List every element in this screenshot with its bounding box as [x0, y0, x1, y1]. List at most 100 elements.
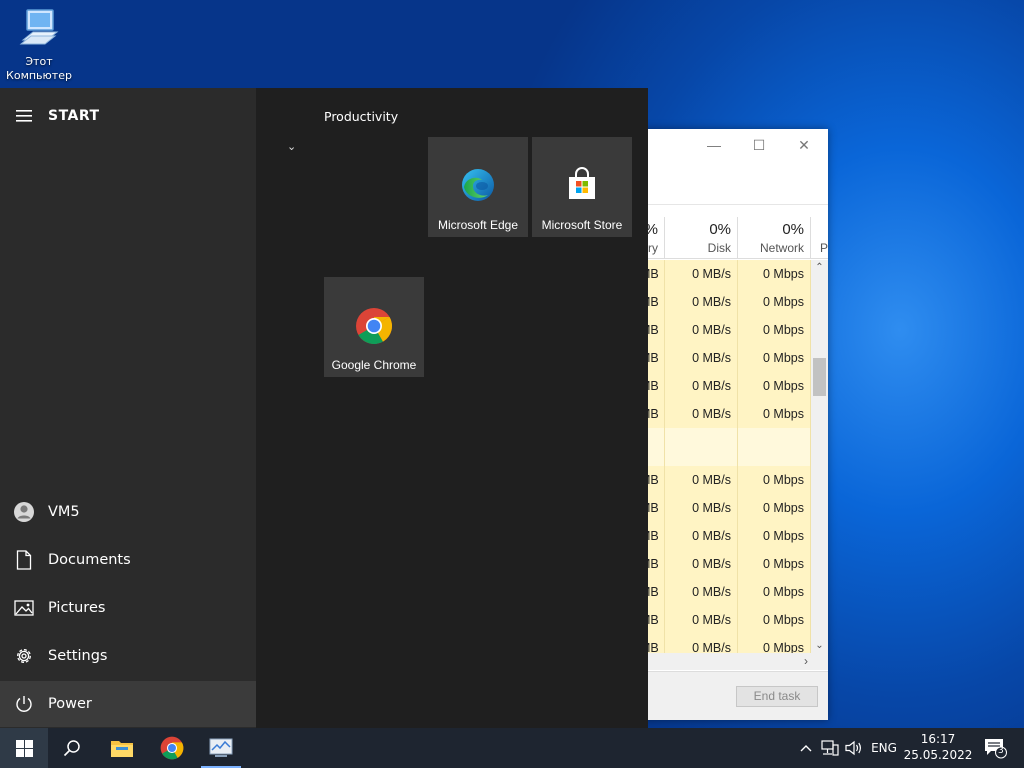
search-icon — [63, 740, 80, 757]
tile-microsoft-edge[interactable]: Microsoft Edge — [428, 137, 528, 237]
net-cell: 0 Mbps — [738, 578, 811, 606]
table-row[interactable]: MB 0 MB/s 0 Mbps — [640, 550, 812, 578]
disk-cell: 0 MB/s — [665, 522, 738, 550]
net-cell: 0 Mbps — [738, 550, 811, 578]
scrollbar-thumb[interactable] — [813, 358, 826, 396]
net-cell: 0 Mbps — [738, 400, 811, 428]
pictures-label: Pictures — [48, 600, 106, 616]
task-manager-window[interactable]: — ☐ ✕ % ry 0% Disk 0% Network P MB 0 MB/s — [640, 129, 828, 720]
network-percent: 0% — [782, 221, 804, 238]
task-manager-footer: End task — [640, 671, 828, 720]
net-cell: 0 Mbps — [738, 344, 811, 372]
settings-item[interactable]: Settings — [0, 633, 256, 679]
windows-logo-icon — [15, 739, 33, 757]
table-row[interactable]: MB 0 MB/s 0 Mbps — [640, 578, 812, 606]
start-header[interactable]: START — [0, 98, 256, 134]
taskbar-task-manager[interactable] — [197, 728, 245, 768]
documents-label: Documents — [48, 552, 131, 568]
task-manager-menubar — [640, 177, 828, 205]
disk-cell: 0 MB/s — [665, 344, 738, 372]
scroll-down-icon[interactable]: ⌄ — [811, 640, 828, 651]
disk-cell: 0 MB/s — [665, 578, 738, 606]
table-row[interactable]: MB 0 MB/s 0 Mbps — [640, 466, 812, 494]
taskbar: ENG 16:17 25.05.2022 3 — [0, 728, 1024, 768]
notification-count: 3 — [998, 746, 1004, 756]
disk-cell: 0 MB/s — [665, 606, 738, 634]
user-account-item[interactable]: VM5 — [0, 489, 256, 535]
net-cell: 0 Mbps — [738, 316, 811, 344]
hamburger-menu-icon[interactable] — [0, 107, 48, 126]
start-button[interactable] — [0, 728, 48, 768]
disk-column-header[interactable]: 0% Disk — [665, 217, 738, 259]
taskbar-file-explorer[interactable] — [98, 728, 146, 768]
power-item[interactable]: Power — [0, 681, 256, 727]
scroll-right-icon[interactable]: › — [804, 653, 808, 670]
chevron-down-icon[interactable]: ⌄ — [287, 140, 296, 153]
start-rail: START VM5 Documents Pictures Settings Po… — [0, 88, 256, 728]
table-row[interactable]: MB 0 MB/s 0 Mbps — [640, 494, 812, 522]
table-row[interactable]: MB 0 MB/s 0 Mbps — [640, 288, 812, 316]
pictures-item[interactable]: Pictures — [0, 585, 256, 631]
start-menu: START VM5 Documents Pictures Settings Po… — [0, 88, 648, 728]
table-row[interactable]: MB 0 MB/s 0 Mbps — [640, 606, 812, 634]
table-row[interactable]: MB 0 MB/s 0 Mbps — [640, 372, 812, 400]
tile-label: Google Chrome — [331, 358, 417, 372]
table-row[interactable]: MB 0 MB/s 0 Mbps — [640, 344, 812, 372]
net-cell: 0 Mbps — [738, 522, 811, 550]
chevron-up-icon[interactable] — [794, 728, 818, 768]
disk-cell: 0 MB/s — [665, 550, 738, 578]
power-label: Power — [48, 696, 92, 712]
network-icon[interactable] — [817, 728, 843, 768]
disk-cell: 0 MB/s — [665, 494, 738, 522]
desktop-icon-label-line1: Этот — [25, 55, 53, 68]
action-center-button[interactable]: 3 — [978, 728, 1012, 768]
disk-cell: 0 MB/s — [665, 288, 738, 316]
clock-time: 16:17 — [920, 732, 956, 746]
tile-label: Microsoft Edge — [437, 218, 519, 232]
computer-icon — [19, 9, 59, 45]
tile-group-label[interactable]: Productivity — [324, 109, 398, 124]
documents-item[interactable]: Documents — [0, 537, 256, 583]
close-button[interactable]: ✕ — [790, 135, 818, 155]
clock[interactable]: 16:17 25.05.2022 — [903, 731, 973, 763]
settings-label: Settings — [48, 648, 108, 664]
tile-google-chrome[interactable]: Google Chrome — [324, 277, 424, 377]
volume-icon[interactable] — [841, 728, 867, 768]
language-indicator[interactable]: ENG — [866, 728, 902, 768]
horizontal-scrollbar[interactable]: › — [640, 653, 828, 670]
network-column-header[interactable]: 0% Network — [738, 217, 811, 259]
maximize-button[interactable]: ☐ — [745, 135, 773, 155]
power-column-header[interactable]: P — [811, 217, 828, 259]
chrome-icon — [324, 307, 424, 345]
network-label: Network — [759, 241, 804, 255]
tile-microsoft-store[interactable]: Microsoft Store — [532, 137, 632, 237]
table-row[interactable] — [640, 428, 812, 466]
disk-cell: 0 MB/s — [665, 466, 738, 494]
process-rows: MB 0 MB/s 0 Mbps MB 0 MB/s 0 Mbps MB 0 MB/s 0 Mb… — [640, 260, 812, 662]
search-button[interactable] — [48, 728, 96, 768]
net-cell — [738, 428, 811, 466]
disk-percent: 0% — [709, 221, 731, 238]
picture-icon — [0, 600, 48, 616]
table-row[interactable]: MB 0 MB/s 0 Mbps — [640, 260, 812, 288]
chrome-icon — [160, 736, 184, 760]
end-task-button[interactable]: End task — [736, 686, 818, 707]
table-row[interactable]: MB 0 MB/s 0 Mbps — [640, 522, 812, 550]
this-pc-desktop-icon[interactable]: Этот Компьютер — [4, 8, 74, 83]
minimize-button[interactable]: — — [700, 135, 728, 155]
net-cell: 0 Mbps — [738, 372, 811, 400]
user-avatar-icon — [0, 501, 48, 523]
table-row[interactable]: MB 0 MB/s 0 Mbps — [640, 316, 812, 344]
document-icon — [0, 550, 48, 570]
table-row[interactable]: MB 0 MB/s 0 Mbps — [640, 400, 812, 428]
net-cell: 0 Mbps — [738, 606, 811, 634]
vertical-scrollbar[interactable]: ⌃ ⌄ — [811, 260, 828, 653]
power-icon — [0, 694, 48, 714]
taskbar-google-chrome[interactable] — [148, 728, 196, 768]
task-manager-icon — [209, 738, 233, 757]
disk-cell — [665, 428, 738, 466]
column-headers: % ry 0% Disk 0% Network P — [640, 217, 828, 259]
disk-label: Disk — [707, 241, 731, 255]
task-manager-titlebar[interactable]: — ☐ ✕ — [640, 129, 828, 177]
scroll-up-icon[interactable]: ⌃ — [811, 262, 828, 273]
